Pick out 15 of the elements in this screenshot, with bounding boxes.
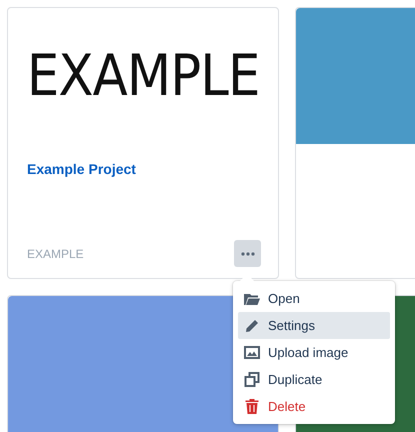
- pencil-icon: [244, 318, 260, 332]
- menu-item[interactable]: Open: [238, 285, 390, 312]
- menu-item[interactable]: Duplicate: [238, 366, 390, 393]
- menu-item[interactable]: Upload image: [238, 339, 390, 366]
- image-icon: [244, 346, 260, 359]
- project-tag: EXAMPLE: [27, 246, 84, 260]
- more-button[interactable]: [234, 240, 261, 267]
- duplicate-icon: [244, 372, 260, 387]
- menu-item[interactable]: Delete: [238, 393, 390, 420]
- thumbnail-text: EXAMPLE: [26, 42, 260, 108]
- folder-icon: [244, 292, 260, 306]
- menu-item[interactable]: Settings: [238, 312, 390, 339]
- project-title[interactable]: Example Project: [27, 161, 259, 177]
- trash-icon: [244, 399, 260, 414]
- more-icon: [240, 252, 254, 256]
